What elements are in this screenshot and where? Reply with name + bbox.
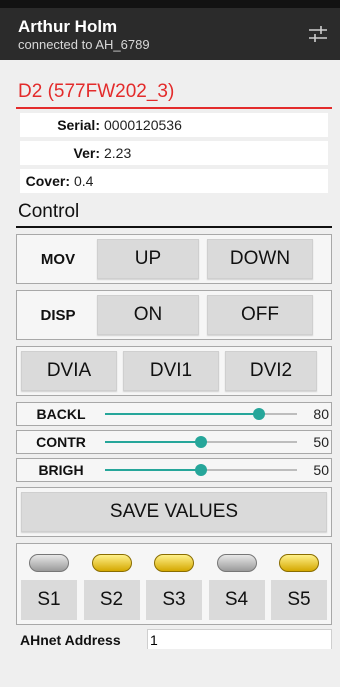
dvia-button[interactable]: DVIA [21, 351, 117, 391]
brightness-label: BRIGH [38, 462, 84, 478]
contrast-slider[interactable] [105, 431, 297, 453]
led-s1-label: S1 [21, 580, 77, 620]
device-name: D2 (577FW202_3) [18, 81, 175, 102]
status-bar [0, 0, 340, 8]
down-button[interactable]: DOWN [207, 239, 313, 279]
brightness-slider[interactable] [105, 459, 297, 481]
contrast-slider-thumb[interactable] [195, 436, 207, 448]
info-row-cover: Cover: 0.4 [20, 169, 328, 193]
brightness-slider-thumb[interactable] [195, 464, 207, 476]
sliders-icon[interactable] [308, 25, 328, 43]
info-row-version: Ver: 2.23 [20, 141, 328, 165]
save-values-button[interactable]: SAVE VALUES [21, 492, 327, 532]
disp-group: DISP ON OFF [16, 290, 332, 340]
up-button[interactable]: UP [97, 239, 199, 279]
main-content: D2 (577FW202_3) Serial: 0000120536 Ver: … [0, 80, 340, 649]
disp-label: DISP [40, 306, 76, 324]
ahnet-row: AHnet Address [16, 629, 332, 649]
cover-value: 0.4 [74, 173, 94, 189]
ahnet-address-input[interactable] [147, 629, 332, 649]
serial-value: 0000120536 [104, 117, 182, 133]
backlight-slider-thumb[interactable] [252, 408, 265, 420]
led-indicator-icon [91, 554, 132, 572]
slider-backlight: BACKL 80 [16, 402, 332, 426]
control-divider [16, 226, 332, 228]
mov-label: MOV [40, 250, 76, 268]
version-value: 2.23 [104, 145, 132, 161]
save-group: SAVE VALUES [16, 487, 332, 537]
backlight-label: BACKL [36, 406, 86, 422]
connection-subtitle: connected to AH_6789 [18, 37, 150, 52]
mov-group: MOV UP DOWN [16, 234, 332, 284]
device-divider [16, 107, 332, 109]
brightness-value: 50 [313, 462, 329, 478]
led-s1[interactable]: S1 [21, 550, 77, 620]
led-s2-label: S2 [83, 580, 140, 620]
input-group: DVIA DVI1 DVI2 [16, 346, 332, 396]
control-heading: Control [18, 201, 80, 222]
slider-contrast: CONTR 50 [16, 430, 332, 454]
slider-brightness: BRIGH 50 [16, 458, 332, 482]
dvi2-button[interactable]: DVI2 [225, 351, 317, 391]
backlight-value: 80 [313, 406, 329, 422]
contrast-value: 50 [313, 434, 329, 450]
display-off-button[interactable]: OFF [207, 295, 313, 335]
led-indicator-icon [154, 554, 194, 572]
led-s5[interactable]: S5 [271, 550, 327, 620]
led-indicator-icon [29, 554, 69, 572]
info-row-serial: Serial: 0000120536 [20, 113, 328, 137]
version-label: Ver: [73, 145, 100, 161]
cover-label: Cover: [25, 173, 70, 189]
led-s3-label: S3 [146, 580, 202, 620]
contrast-label: CONTR [36, 434, 86, 450]
backlight-slider[interactable] [105, 403, 297, 425]
led-indicator-icon [279, 554, 319, 572]
led-s2[interactable]: S2 [83, 550, 140, 620]
led-s5-label: S5 [271, 580, 327, 620]
app-bar: Arthur Holm connected to AH_6789 [0, 8, 340, 60]
ahnet-label: AHnet Address [20, 632, 121, 648]
serial-label: Serial: [57, 117, 100, 133]
dvi1-button[interactable]: DVI1 [123, 351, 219, 391]
display-on-button[interactable]: ON [97, 295, 199, 335]
led-group: S1 S2 S3 S4 S5 [16, 543, 332, 625]
led-s4-label: S4 [208, 580, 265, 620]
led-indicator-icon [216, 554, 257, 572]
led-s4[interactable]: S4 [208, 550, 265, 620]
app-title: Arthur Holm [18, 17, 118, 36]
led-s3[interactable]: S3 [146, 550, 202, 620]
